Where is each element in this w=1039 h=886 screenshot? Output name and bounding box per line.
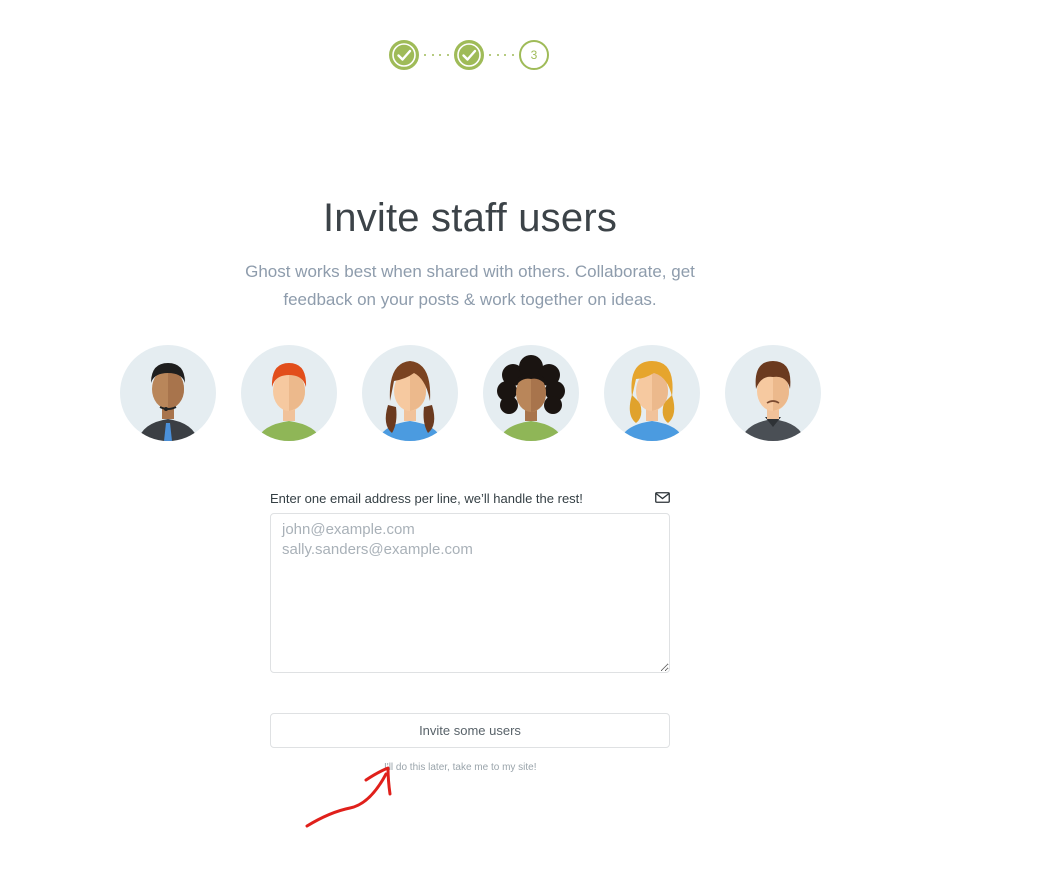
email-list-label: Enter one email address per line, we’ll …	[270, 491, 583, 506]
progress-connector	[484, 54, 519, 56]
invite-users-button[interactable]: Invite some users	[270, 713, 670, 748]
man-red-hair-avatar-icon	[241, 345, 337, 441]
step-3-current: 3	[519, 40, 549, 70]
progress-connector	[419, 54, 454, 56]
envelope-icon	[655, 492, 670, 503]
step-number: 3	[530, 48, 538, 62]
setup-progress: 3	[389, 38, 549, 72]
check-icon	[457, 43, 481, 67]
girl-pigtails-avatar-icon	[362, 345, 458, 441]
page-title: Invite staff users	[322, 196, 618, 240]
woman-blonde-hair-avatar-icon	[604, 345, 700, 441]
man-brown-hair-avatar-icon	[725, 345, 821, 441]
avatar-row	[120, 345, 846, 441]
woman-curly-hair-avatar-icon	[483, 345, 579, 441]
step-1-complete	[389, 40, 419, 70]
email-addresses-input[interactable]	[270, 513, 670, 673]
step-2-complete	[454, 40, 484, 70]
skip-invite-link[interactable]: I'll do this later, take me to my site!	[384, 762, 537, 773]
page-subtitle: Ghost works best when shared with others…	[245, 262, 695, 309]
check-icon	[392, 43, 416, 67]
man-dark-skin-headset-avatar-icon	[120, 345, 216, 441]
red-arrow-annotation-icon	[305, 766, 392, 828]
